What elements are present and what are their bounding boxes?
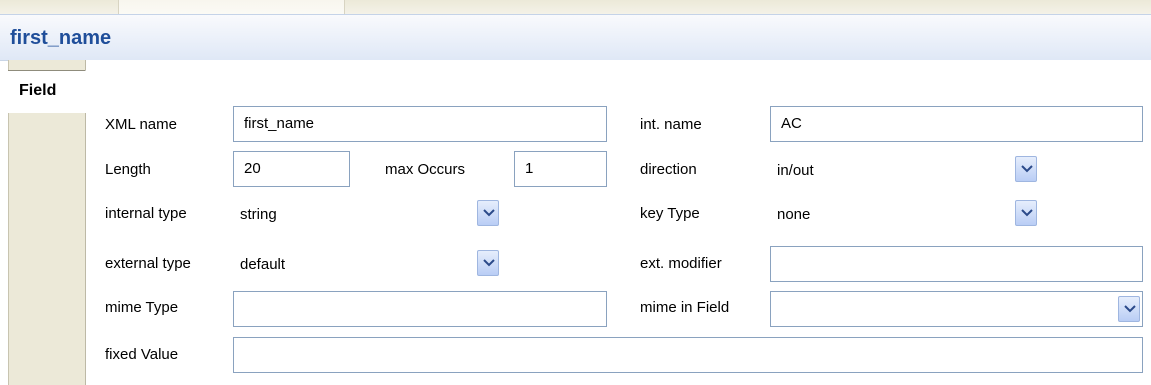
internal-type-label: internal type — [105, 205, 187, 222]
mime-type-label: mime Type — [105, 299, 179, 316]
direction-label: direction — [640, 161, 697, 178]
max-occurs-value: 1 — [525, 160, 534, 177]
mime-in-field-select[interactable] — [770, 291, 1143, 327]
ext-modifier-input[interactable] — [770, 246, 1143, 282]
xml-name-input[interactable]: first_name — [233, 106, 607, 142]
length-value: 20 — [244, 160, 261, 177]
xml-name-label: XML name — [105, 116, 177, 133]
int-name-label: int. name — [640, 116, 702, 133]
fixed-value-label: fixed Value — [105, 346, 179, 363]
mime-in-field-label: mime in Field — [640, 299, 730, 316]
direction-select[interactable]: in/out — [770, 153, 1040, 187]
mime-type-input[interactable] — [233, 291, 607, 327]
xml-name-value: first_name — [244, 115, 315, 132]
chevron-down-icon[interactable] — [477, 250, 499, 276]
length-input[interactable]: 20 — [233, 151, 350, 187]
chevron-down-icon[interactable] — [477, 200, 499, 226]
top-strip — [0, 0, 1151, 14]
key-type-value: none — [777, 206, 811, 223]
page-title: first_name — [10, 27, 112, 49]
chevron-down-icon[interactable] — [1118, 296, 1140, 322]
tab-field[interactable]: Field — [8, 70, 86, 113]
internal-type-select[interactable]: string — [233, 197, 502, 231]
length-label: Length — [105, 161, 151, 178]
ext-modifier-label: ext. modifier — [640, 255, 722, 272]
key-type-select[interactable]: none — [770, 197, 1040, 231]
chevron-down-icon[interactable] — [1015, 156, 1037, 182]
internal-type-value: string — [240, 206, 277, 223]
direction-value: in/out — [777, 162, 814, 179]
int-name-value: AC — [781, 115, 802, 132]
max-occurs-input[interactable]: 1 — [514, 151, 607, 187]
fixed-value-input[interactable] — [233, 337, 1143, 373]
editor-tab-strip — [118, 0, 345, 14]
key-type-label: key Type — [640, 205, 700, 222]
max-occurs-label: max Occurs — [385, 161, 466, 178]
tab-field-label: Field — [19, 82, 57, 99]
title-bar: first_name — [0, 14, 1151, 61]
chevron-down-icon[interactable] — [1015, 200, 1037, 226]
external-type-label: external type — [105, 255, 191, 272]
external-type-value: default — [240, 256, 286, 273]
int-name-input[interactable]: AC — [770, 106, 1143, 142]
external-type-select[interactable]: default — [233, 247, 502, 281]
